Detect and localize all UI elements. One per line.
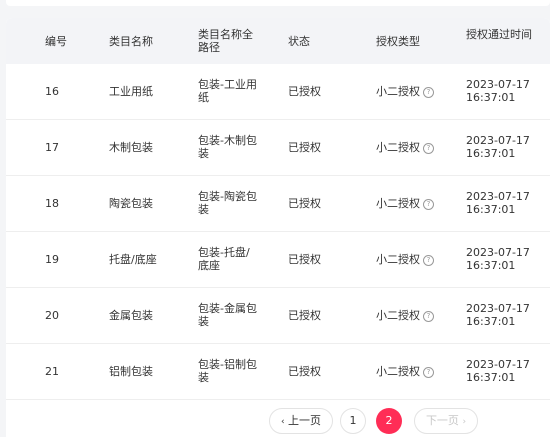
table-row: 19 托盘/底座 包装-托盘/底座 已授权 小二授权? 2023-07-17 16:37:… <box>6 232 550 288</box>
cell-status: 已授权 <box>288 85 321 98</box>
header-path: 类目名称全路径 <box>198 28 253 54</box>
prev-page-button[interactable]: ‹ 上一页 <box>269 408 333 434</box>
cell-id: 16 <box>45 85 59 98</box>
cell-id: 18 <box>45 197 59 210</box>
auth-type-label: 小二授权 <box>376 85 420 98</box>
cell-id: 20 <box>45 309 59 322</box>
help-circle-icon[interactable]: ? <box>423 199 434 210</box>
next-page-button[interactable]: 下一页 › <box>414 408 478 434</box>
cell-status: 已授权 <box>288 197 321 210</box>
authorization-table: 编号 类目名称 类目名称全路径 状态 授权类型 授权通过时间 16 工业用纸 包装-… <box>6 18 550 437</box>
cell-id: 17 <box>45 141 59 154</box>
cell-time: 2023-07-17 16:37:01 <box>466 134 530 160</box>
cell-name: 木制包装 <box>109 141 153 154</box>
cell-path: 包装-托盘/底座 <box>198 246 250 272</box>
top-card-edge <box>6 0 550 6</box>
cell-path: 包装-金属包装 <box>198 302 257 328</box>
page: 编号 类目名称 类目名称全路径 状态 授权类型 授权通过时间 16 工业用纸 包装-… <box>0 0 550 437</box>
cell-path: 包装-木制包装 <box>198 134 257 160</box>
table-header: 编号 类目名称 类目名称全路径 状态 授权类型 授权通过时间 <box>6 18 550 64</box>
auth-type-label: 小二授权 <box>376 197 420 210</box>
cell-auth-type: 小二授权? <box>376 85 466 98</box>
cell-id: 21 <box>45 365 59 378</box>
cell-id: 19 <box>45 253 59 266</box>
chevron-right-icon: › <box>462 417 467 427</box>
header-id: 编号 <box>45 35 67 48</box>
cell-auth-type: 小二授权? <box>376 253 466 266</box>
top-strip <box>0 0 550 14</box>
cell-time: 2023-07-17 16:37:01 <box>466 190 530 216</box>
table-row: 16 工业用纸 包装-工业用纸 已授权 小二授权? 2023-07-17 16:37:01 <box>6 64 550 120</box>
cell-auth-type: 小二授权? <box>376 309 466 322</box>
table-row: 17 木制包装 包装-木制包装 已授权 小二授权? 2023-07-17 16:37:01 <box>6 120 550 176</box>
pagination: ‹ 上一页 1 2 下一页 › <box>0 408 550 434</box>
cell-name: 陶瓷包装 <box>109 197 153 210</box>
auth-type-label: 小二授权 <box>376 253 420 266</box>
cell-time: 2023-07-17 16:37:01 <box>466 358 530 384</box>
cell-status: 已授权 <box>288 141 321 154</box>
cell-status: 已授权 <box>288 253 321 266</box>
cell-auth-type: 小二授权? <box>376 197 466 210</box>
auth-type-label: 小二授权 <box>376 141 420 154</box>
cell-auth-type: 小二授权? <box>376 141 466 154</box>
cell-time: 2023-07-17 16:37:01 <box>466 246 530 272</box>
cell-name: 托盘/底座 <box>109 253 157 266</box>
cell-name: 金属包装 <box>109 309 153 322</box>
cell-time: 2023-07-17 16:37:01 <box>466 78 530 104</box>
table-row: 18 陶瓷包装 包装-陶瓷包装 已授权 小二授权? 2023-07-17 16:37:01 <box>6 176 550 232</box>
cell-name: 铝制包装 <box>109 365 153 378</box>
cell-auth-type: 小二授权? <box>376 365 466 378</box>
cell-status: 已授权 <box>288 309 321 322</box>
cell-path: 包装-工业用纸 <box>198 78 257 104</box>
help-circle-icon[interactable]: ? <box>423 143 434 154</box>
header-status: 状态 <box>288 35 310 48</box>
chevron-left-icon: ‹ <box>280 417 285 427</box>
header-time: 授权通过时间 <box>466 28 532 41</box>
cell-path: 包装-陶瓷包装 <box>198 190 257 216</box>
page-1-button[interactable]: 1 <box>340 408 366 434</box>
help-circle-icon[interactable]: ? <box>423 367 434 378</box>
cell-name: 工业用纸 <box>109 85 153 98</box>
help-circle-icon[interactable]: ? <box>423 255 434 266</box>
auth-type-label: 小二授权 <box>376 309 420 322</box>
header-name: 类目名称 <box>109 35 153 48</box>
cell-path: 包装-铝制包装 <box>198 358 257 384</box>
auth-type-label: 小二授权 <box>376 365 420 378</box>
help-circle-icon[interactable]: ? <box>423 87 434 98</box>
header-type: 授权类型 <box>376 35 420 48</box>
table-row: 20 金属包装 包装-金属包装 已授权 小二授权? 2023-07-17 16:37:01 <box>6 288 550 344</box>
cell-status: 已授权 <box>288 365 321 378</box>
prev-page-label: 上一页 <box>288 414 322 427</box>
table-row: 21 铝制包装 包装-铝制包装 已授权 小二授权? 2023-07-17 16:37:01 <box>6 344 550 400</box>
help-circle-icon[interactable]: ? <box>423 311 434 322</box>
page-2-button[interactable]: 2 <box>376 408 402 434</box>
cell-time: 2023-07-17 16:37:01 <box>466 302 530 328</box>
next-page-label: 下一页 <box>425 414 459 427</box>
